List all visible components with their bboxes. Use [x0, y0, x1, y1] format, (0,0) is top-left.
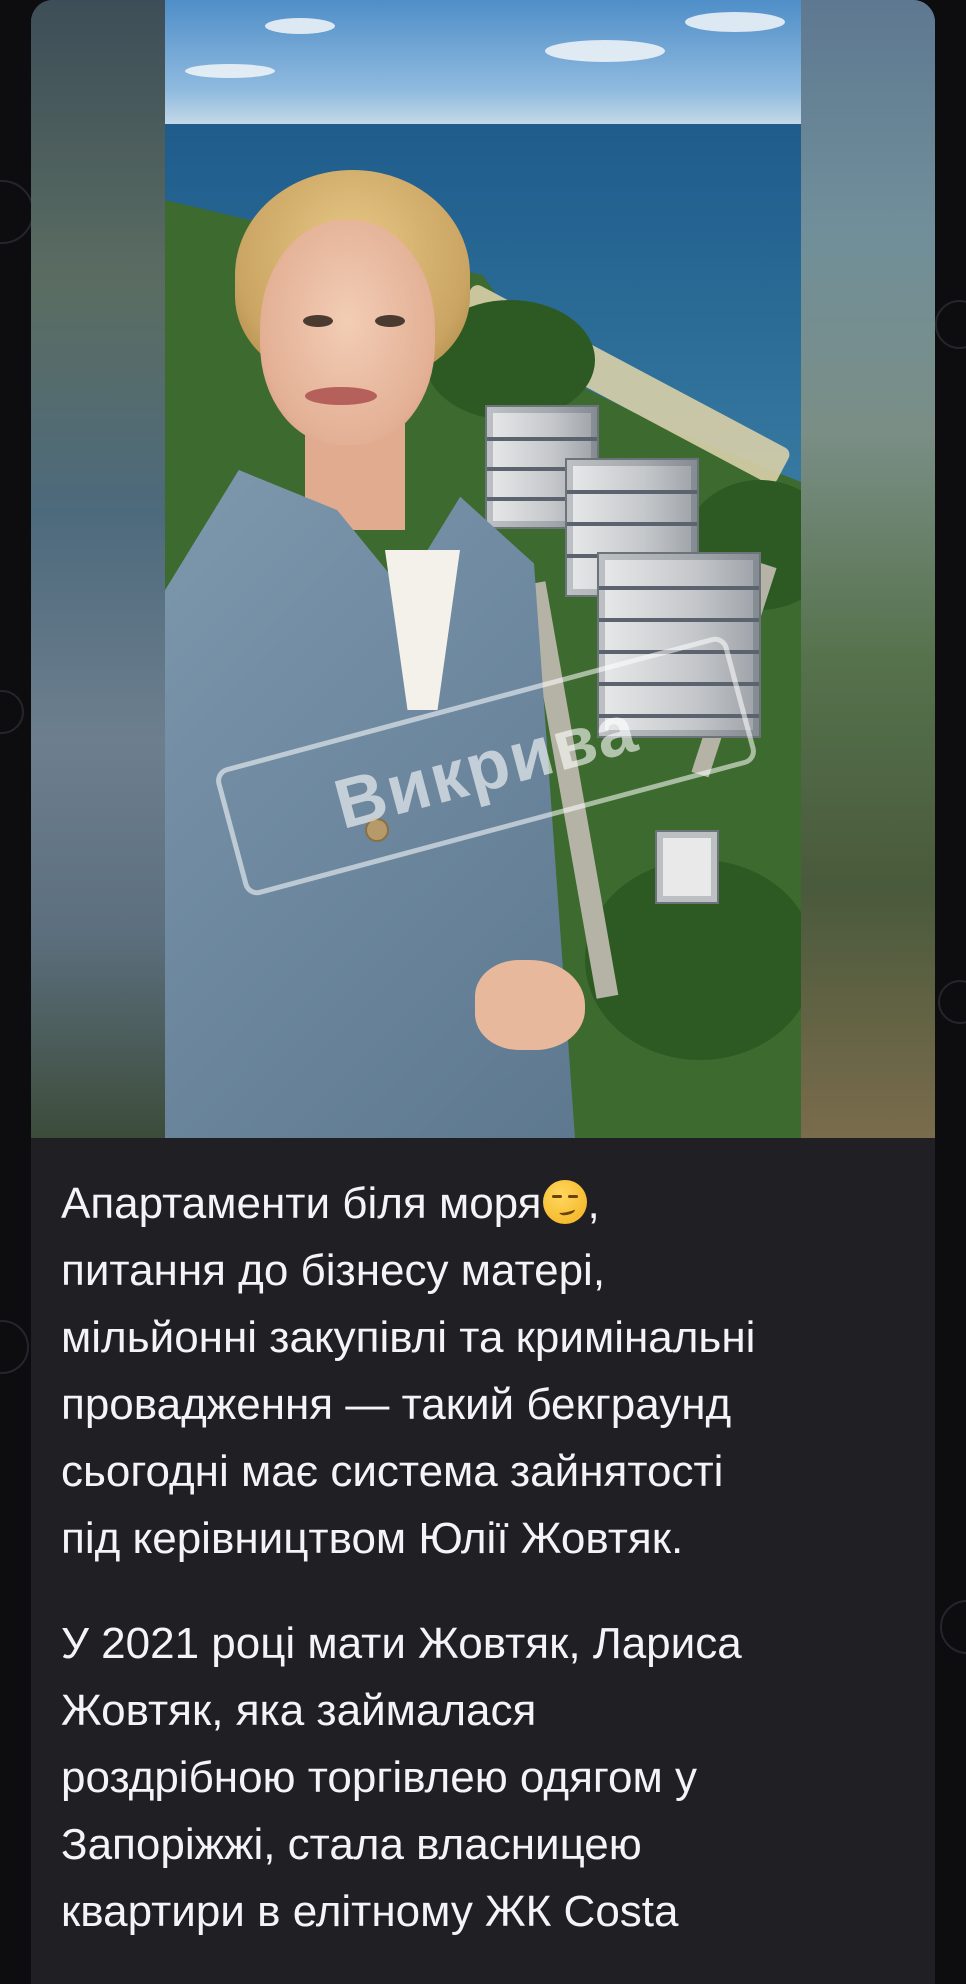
- text-line: квартири в елітному ЖК Costa: [61, 1887, 679, 1936]
- photo-blur-left: [31, 0, 165, 1138]
- text-line: ,: [587, 1179, 600, 1228]
- photo-person: [165, 170, 635, 1138]
- text-line: Апартаменти біля моря: [61, 1179, 542, 1228]
- message-paragraph: Апартаменти біля моря, питання до бізнес…: [61, 1170, 905, 1572]
- wallpaper-doodle: [0, 1320, 29, 1374]
- wallpaper-doodle: [940, 1600, 966, 1654]
- message-bubble[interactable]: Викрива Апартаменти біля моря, питання д…: [31, 0, 935, 1984]
- message-paragraph: У 2021 році мати Жовтяк, Лариса Жовтяк, …: [61, 1610, 905, 1945]
- wallpaper-doodle: [0, 690, 24, 734]
- wallpaper-doodle: [0, 180, 34, 244]
- text-line: Жовтяк, яка займалася: [61, 1686, 537, 1735]
- text-line: Запоріжжі, стала власницею: [61, 1820, 642, 1869]
- wallpaper-doodle: [935, 300, 966, 349]
- text-line: провадження — такий бекграунд: [61, 1380, 732, 1429]
- text-line: мільйонні закупівлі та кримінальні: [61, 1313, 756, 1362]
- smirking-face-icon: [543, 1180, 588, 1224]
- wallpaper-doodle: [938, 980, 966, 1024]
- text-line: роздрібною торгівлею одягом у: [61, 1753, 697, 1802]
- photo-blur-right: [801, 0, 935, 1138]
- photo-image: [165, 0, 801, 1138]
- text-line: У 2021 році мати Жовтяк, Лариса: [61, 1619, 742, 1668]
- text-line: сьогодні має система зайнятості: [61, 1447, 724, 1496]
- text-line: питання до бізнесу матері,: [61, 1246, 606, 1295]
- text-line: під керівництвом Юлії Жовтяк.: [61, 1514, 684, 1563]
- post-photo[interactable]: Викрива: [31, 0, 935, 1138]
- photo-building: [655, 830, 719, 904]
- message-text: Апартаменти біля моря, питання до бізнес…: [31, 1138, 935, 1983]
